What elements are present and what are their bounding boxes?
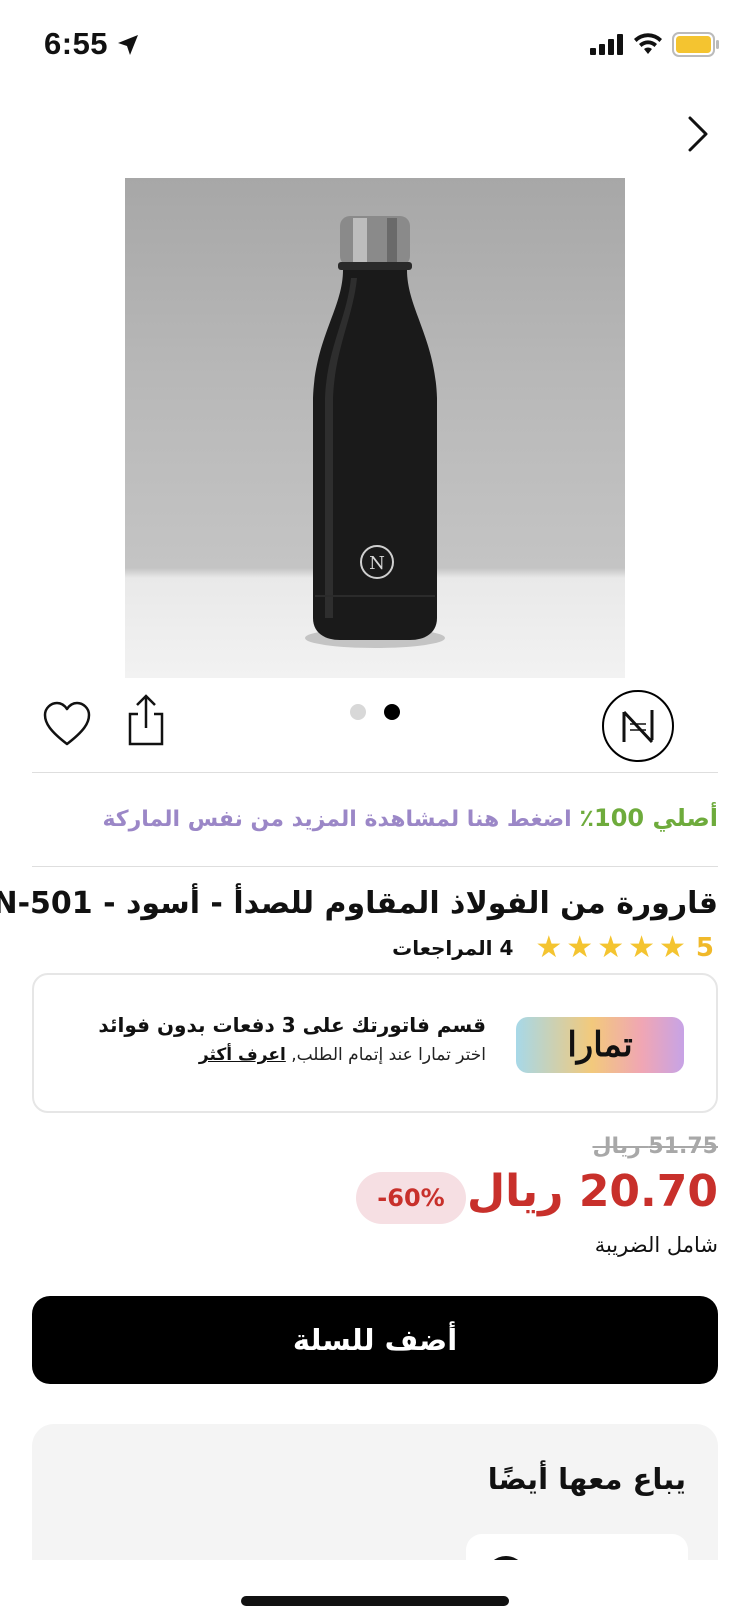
authentic-badge: أصلي 100٪ — [579, 804, 718, 832]
add-to-cart-button[interactable]: أضف للسلة — [32, 1296, 718, 1384]
divider — [32, 772, 718, 773]
tax-note: شامل الضريبة — [594, 1233, 718, 1257]
gallery-pagination — [350, 704, 400, 720]
tamara-subtext: اختر تمارا عند إتمام الطلب, — [291, 1045, 486, 1065]
share-button[interactable] — [124, 692, 174, 752]
brand-logo-button[interactable] — [602, 690, 674, 762]
back-button[interactable] — [680, 110, 716, 158]
tamara-text: قسم فاتورتك على 3 دفعات بدون فوائد اختر … — [98, 1013, 486, 1065]
bottom-safe-area — [0, 1560, 750, 1624]
star-icon: ★ — [659, 930, 686, 965]
svg-text:N: N — [369, 553, 385, 574]
product-image[interactable]: N — [125, 178, 625, 678]
same-brand-link[interactable]: اضغط هنا لمشاهدة المزيد من نفس الماركة — [102, 807, 571, 832]
star-icon: ★ — [597, 930, 625, 965]
brand-n-logo-icon — [622, 710, 654, 744]
status-bar: 6:55 — [0, 0, 750, 90]
battery-icon — [672, 32, 719, 57]
old-price: 51.75 ريال — [592, 1134, 718, 1159]
star-icon: ★ — [535, 930, 563, 965]
product-title: قارورة من الفولاذ المقاوم للصدأ - أسود -… — [0, 886, 718, 921]
authentic-brand-link[interactable]: أصلي 100٪ اضغط هنا لمشاهدة المزيد من نفس… — [102, 804, 718, 832]
reviews-link[interactable]: 4 المراجعات — [392, 936, 513, 960]
rating-row[interactable]: 5 ★ ★ ★ ★ ★ 4 المراجعات — [392, 933, 714, 964]
status-time: 6:55 — [44, 26, 109, 61]
cellular-signal-icon — [590, 34, 623, 55]
star-icon: ★ — [628, 930, 655, 965]
tamara-subtext-row: اختر تمارا عند إتمام الطلب, اعرف أكثر — [98, 1045, 486, 1065]
home-indicator[interactable] — [241, 1596, 509, 1606]
pagination-dot-active[interactable] — [384, 704, 400, 720]
discount-badge: -60% — [356, 1172, 466, 1224]
tamara-headline: قسم فاتورتك على 3 دفعات بدون فوائد — [98, 1013, 486, 1037]
heart-icon — [43, 701, 91, 746]
star-icon: ★ — [566, 930, 594, 965]
tamara-logo-text: تمارا — [567, 1025, 633, 1065]
chevron-right-icon — [688, 116, 708, 152]
tamara-installments-card: تمارا قسم فاتورتك على 3 دفعات بدون فوائد… — [32, 973, 718, 1113]
also-sold-title: يباع معها أيضًا — [487, 1462, 686, 1496]
current-price: 20.70 ريال — [466, 1166, 718, 1217]
location-arrow-icon — [118, 35, 138, 55]
image-actions-row — [32, 690, 718, 770]
divider — [32, 866, 718, 867]
bottle-illustration: N — [305, 216, 445, 648]
pagination-dot[interactable] — [350, 704, 366, 720]
tamara-logo: تمارا — [516, 1017, 684, 1073]
tamara-learn-more-link[interactable]: اعرف أكثر — [199, 1045, 286, 1065]
favorite-button[interactable] — [42, 700, 92, 750]
rating-stars: ★ ★ ★ ★ ★ — [535, 933, 686, 963]
share-icon — [128, 694, 164, 746]
rating-value: 5 — [695, 933, 714, 963]
wifi-icon — [634, 33, 662, 54]
